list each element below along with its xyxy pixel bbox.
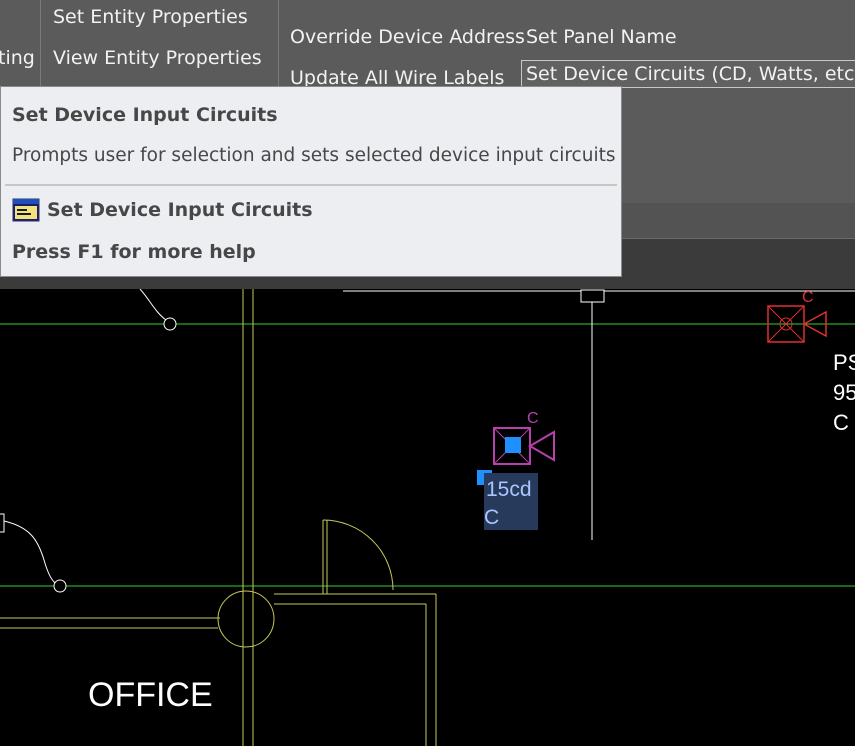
device-tag: C <box>802 289 814 306</box>
device-label-line3[interactable]: C <box>833 408 849 438</box>
device-box[interactable] <box>580 289 605 303</box>
wire-curve <box>139 289 167 321</box>
set-panel-name-button[interactable]: Set Panel Name <box>526 25 677 49</box>
door-swing-arc <box>322 519 394 591</box>
room-label[interactable]: OFFICE <box>88 676 213 715</box>
wire-junction-box <box>0 513 5 533</box>
device-label-line2[interactable]: C <box>484 504 499 532</box>
set-device-circuits-button[interactable]: Set Device Circuits (CD, Watts, etc.) <box>521 60 855 88</box>
tooltip-divider <box>5 184 617 186</box>
device-tag: C <box>527 410 539 427</box>
selected-strobe-device-icon[interactable] <box>493 427 555 465</box>
tooltip-description: Prompts user for selection and sets sele… <box>12 145 616 166</box>
device-label-line2[interactable]: 95 <box>833 378 855 408</box>
device-label-line1[interactable]: PS <box>833 348 855 378</box>
wire-end <box>53 579 67 593</box>
ribbon-item-truncated[interactable]: ting <box>0 46 35 70</box>
command-tooltip: Set Device Input Circuits Prompts user f… <box>0 86 622 277</box>
view-entity-properties-button[interactable]: View Entity Properties <box>53 46 262 70</box>
column-circle <box>217 590 275 648</box>
tooltip-command-name: Set Device Input Circuits <box>47 199 313 221</box>
wire-curve <box>3 520 58 585</box>
set-entity-properties-button[interactable]: Set Entity Properties <box>53 5 248 29</box>
device-label-line1[interactable]: 15cd <box>486 476 532 504</box>
wire-end <box>163 317 177 331</box>
tooltip-title: Set Device Input Circuits <box>12 104 278 126</box>
tooltip-help-text: Press F1 for more help <box>12 241 256 263</box>
ribbon-column-separator <box>40 0 41 88</box>
override-device-address-button[interactable]: Override Device Address <box>290 25 525 49</box>
command-window-icon <box>12 198 40 222</box>
ribbon-column-separator <box>278 0 279 88</box>
